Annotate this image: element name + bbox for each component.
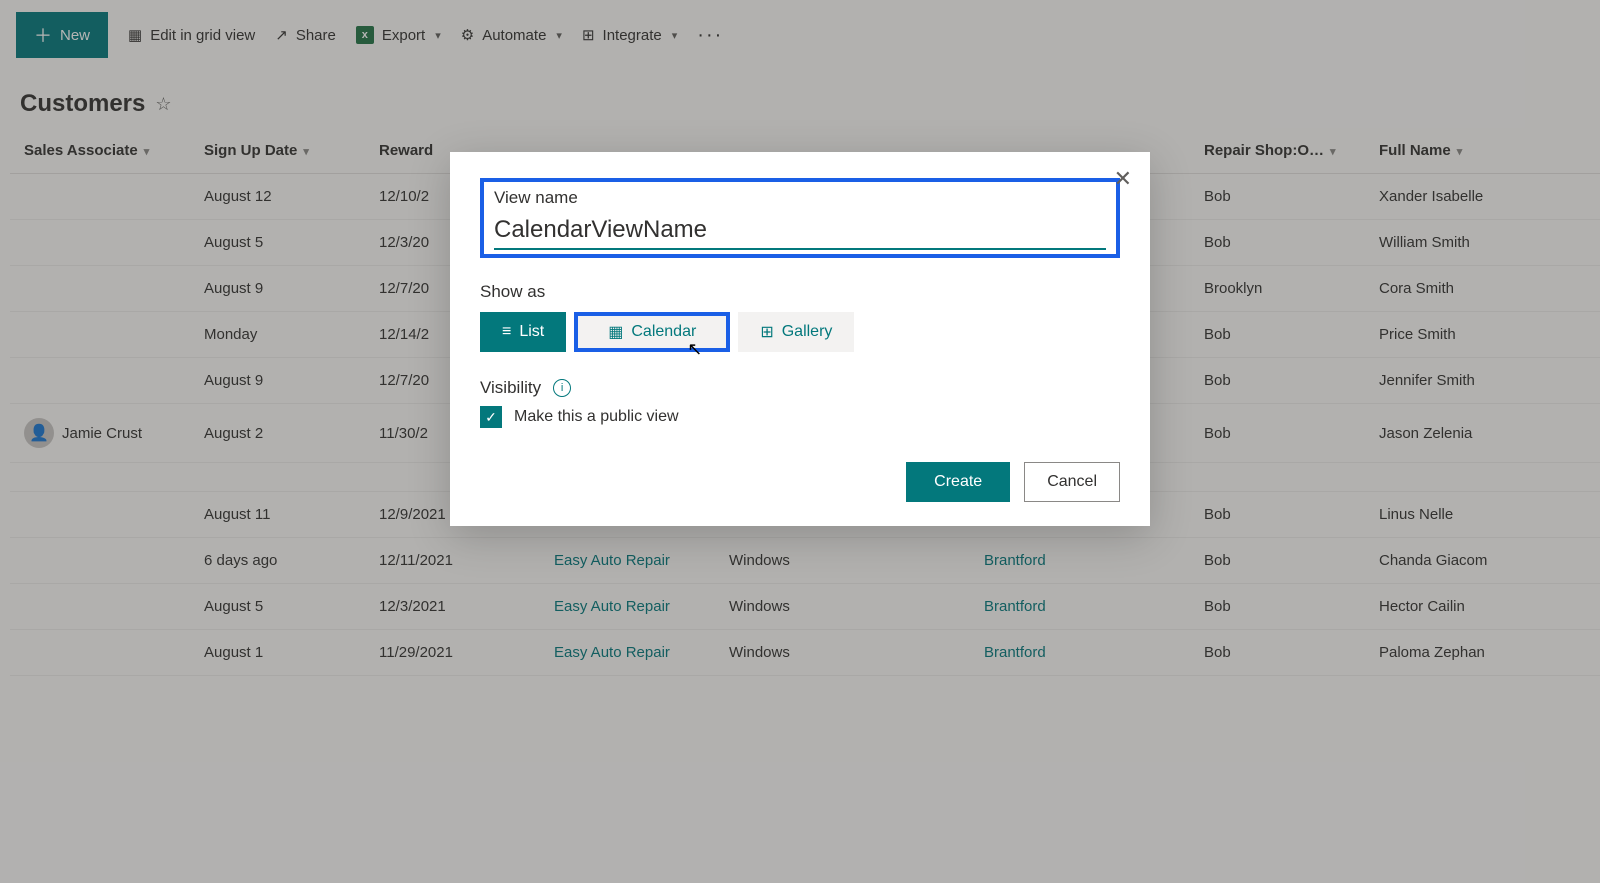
checkbox-checked-icon: ✓ [480, 406, 502, 428]
view-name-label: View name [494, 188, 1106, 208]
calendar-icon: ▦ [608, 322, 623, 342]
show-as-options: ≡ List ▦ Calendar ↖ ⊞ Gallery [480, 312, 1120, 352]
modal-overlay: ✕ View name Show as ≡ List ▦ Calendar ↖ … [0, 0, 1600, 883]
visibility-row: Visibility i [480, 378, 1120, 398]
info-icon[interactable]: i [553, 379, 571, 397]
dialog-actions: Create Cancel [480, 462, 1120, 502]
create-view-dialog: ✕ View name Show as ≡ List ▦ Calendar ↖ … [450, 152, 1150, 526]
public-view-checkbox-row[interactable]: ✓ Make this a public view [480, 406, 1120, 428]
cancel-button[interactable]: Cancel [1024, 462, 1120, 502]
view-name-field-highlight: View name [480, 178, 1120, 258]
list-icon: ≡ [502, 323, 511, 341]
visibility-label: Visibility [480, 378, 541, 398]
gallery-icon: ⊞ [760, 322, 773, 342]
opt-label: List [519, 323, 544, 341]
show-as-label: Show as [480, 282, 1120, 302]
public-view-label: Make this a public view [514, 408, 679, 426]
opt-label: Gallery [782, 323, 833, 341]
close-icon: ✕ [1114, 166, 1132, 191]
create-button[interactable]: Create [906, 462, 1010, 502]
view-name-input[interactable] [494, 214, 1106, 250]
show-as-gallery-option[interactable]: ⊞ Gallery [738, 312, 854, 352]
show-as-list-option[interactable]: ≡ List [480, 312, 566, 352]
show-as-calendar-option[interactable]: ▦ Calendar ↖ [574, 312, 730, 352]
close-button[interactable]: ✕ [1114, 166, 1132, 192]
cursor-pointer-icon: ↖ [687, 339, 702, 360]
